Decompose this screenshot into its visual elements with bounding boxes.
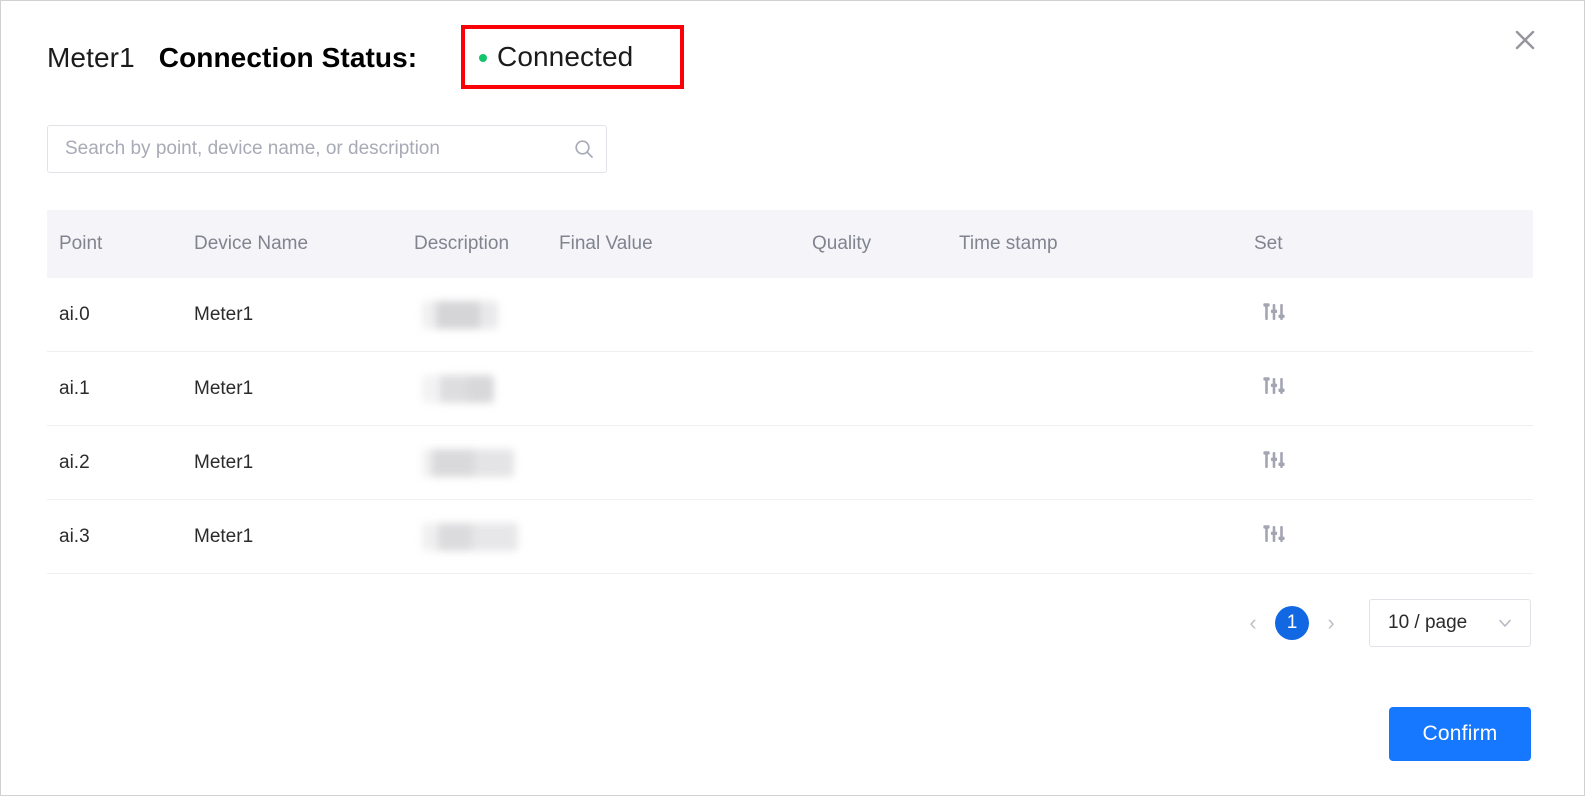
page-size-label: 10 / page <box>1388 612 1468 633</box>
cell-set <box>1254 300 1454 330</box>
cell-point: ai.1 <box>59 377 90 399</box>
table-row[interactable]: ai.3 Meter1 <box>47 500 1533 574</box>
status-dot-icon <box>479 54 487 62</box>
cell-description <box>414 374 559 403</box>
pagination-page-1[interactable]: 1 <box>1275 606 1309 640</box>
column-header-final-value: Final Value <box>559 233 653 254</box>
cell-device-name: Meter1 <box>194 525 254 547</box>
cell-point: ai.2 <box>59 451 90 473</box>
search-box[interactable] <box>47 125 607 173</box>
device-name-title: Meter1 <box>47 42 135 73</box>
cell-description <box>414 300 559 329</box>
cell-description <box>414 448 559 477</box>
table-body: ai.0 Meter1 ai.1 Meter1 ai.2 Meter1 ai.3… <box>47 278 1533 574</box>
points-table: Point Device Name Description Final Valu… <box>47 210 1533 574</box>
cell-point: ai.0 <box>59 303 90 325</box>
search-icon[interactable] <box>562 126 606 172</box>
pagination: ‹ 1 › 10 / page <box>1237 599 1531 647</box>
cell-device-name: Meter1 <box>194 451 254 473</box>
table-row[interactable]: ai.2 Meter1 <box>47 426 1533 500</box>
column-header-device-name: Device Name <box>194 233 309 254</box>
cell-set <box>1254 448 1454 478</box>
cell-device-name: Meter1 <box>194 377 254 399</box>
close-icon[interactable] <box>1510 25 1540 55</box>
sliders-icon[interactable] <box>1254 300 1286 324</box>
cell-set <box>1254 374 1454 404</box>
connection-status-highlight-box: Connected <box>461 25 684 89</box>
column-header-time-stamp: Time stamp <box>959 233 1058 254</box>
page-size-select[interactable]: 10 / page <box>1369 599 1531 647</box>
pagination-prev-button[interactable]: ‹ <box>1237 607 1269 639</box>
cell-set <box>1254 522 1454 552</box>
cell-point: ai.3 <box>59 525 90 547</box>
redacted-description <box>422 448 514 477</box>
redacted-description <box>422 300 498 329</box>
connection-status-dialog: Meter1 Connection Status: Connected Poin… <box>0 0 1585 796</box>
dialog-header: Meter1 Connection Status: <box>47 35 417 81</box>
column-header-point: Point <box>59 233 103 254</box>
cell-description <box>414 522 559 551</box>
sliders-icon[interactable] <box>1254 374 1286 398</box>
column-header-set: Set <box>1254 233 1283 254</box>
cell-device-name: Meter1 <box>194 303 254 325</box>
sliders-icon[interactable] <box>1254 448 1286 472</box>
column-header-description: Description <box>414 233 510 254</box>
sliders-icon[interactable] <box>1254 522 1286 546</box>
connection-status-label: Connection Status: <box>158 42 418 73</box>
connection-status-value-group: Connected <box>465 29 680 85</box>
confirm-button[interactable]: Confirm <box>1389 707 1531 761</box>
chevron-down-icon <box>1496 614 1514 632</box>
status-badge: Connected <box>497 41 634 72</box>
redacted-description <box>422 374 494 403</box>
column-header-quality: Quality <box>812 233 872 254</box>
table-header-row: Point Device Name Description Final Valu… <box>47 210 1533 278</box>
pagination-next-button[interactable]: › <box>1315 607 1347 639</box>
table-row[interactable]: ai.1 Meter1 <box>47 352 1533 426</box>
redacted-description <box>422 522 518 551</box>
table-row[interactable]: ai.0 Meter1 <box>47 278 1533 352</box>
search-input[interactable] <box>48 126 562 172</box>
